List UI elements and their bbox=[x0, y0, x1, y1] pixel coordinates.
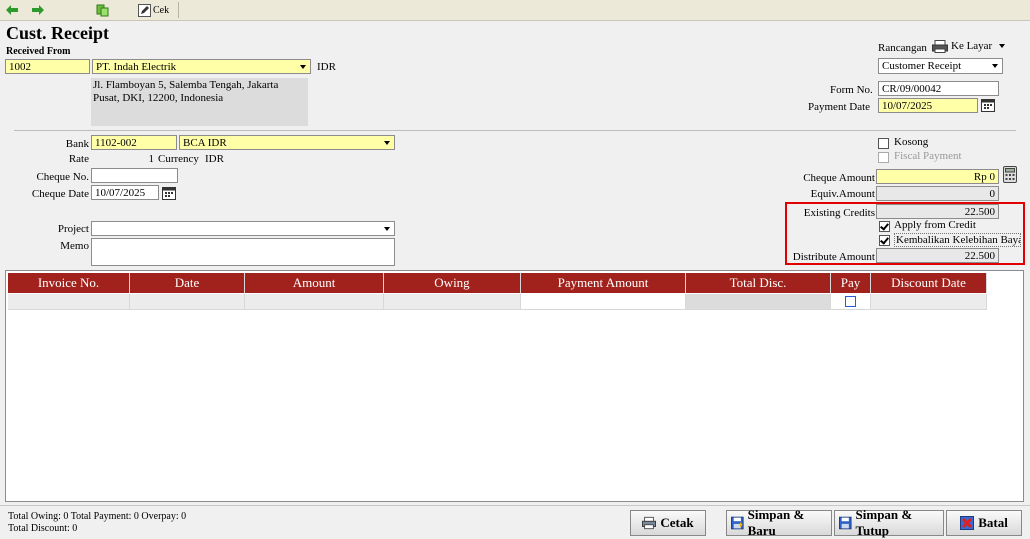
cetak-button[interactable]: Cetak bbox=[630, 510, 706, 536]
back-arrow-icon[interactable] bbox=[4, 2, 20, 18]
col-owing[interactable]: Owing bbox=[384, 273, 521, 293]
save-new-icon bbox=[731, 516, 744, 530]
save-close-icon bbox=[839, 516, 852, 530]
customer-name: PT. Indah Electrik bbox=[96, 61, 177, 73]
kembalikan-label: Kembalikan Kelebihan Baya bbox=[894, 233, 1021, 247]
printer-icon bbox=[642, 516, 657, 530]
rate-label: Rate bbox=[68, 153, 89, 165]
table-cell[interactable] bbox=[8, 294, 130, 310]
table-cell[interactable] bbox=[521, 294, 686, 310]
col-invoice-no[interactable]: Invoice No. bbox=[8, 273, 130, 293]
customer-address-box: Jl. Flamboyan 5, Salemba Tengah, Jakarta… bbox=[91, 78, 308, 126]
pay-checkbox[interactable] bbox=[845, 296, 856, 307]
customer-currency: IDR bbox=[317, 61, 336, 73]
divider bbox=[14, 130, 1016, 131]
cheque-date-label: Cheque Date bbox=[31, 188, 89, 200]
cek-button[interactable]: Cek bbox=[138, 2, 174, 18]
batal-button[interactable]: Batal bbox=[946, 510, 1022, 536]
kosong-label: Kosong bbox=[894, 136, 929, 148]
kosong-checkbox[interactable] bbox=[878, 138, 889, 149]
calendar-icon[interactable] bbox=[162, 186, 176, 200]
table-cell[interactable] bbox=[686, 294, 831, 310]
template-select[interactable]: Customer Receipt bbox=[878, 58, 1003, 74]
apply-from-credit-label: Apply from Credit bbox=[894, 219, 976, 231]
table-cell[interactable] bbox=[384, 294, 521, 310]
chevron-down-icon[interactable] bbox=[381, 137, 393, 148]
cheque-amount-label: Cheque Amount bbox=[803, 172, 875, 184]
chevron-down-icon[interactable] bbox=[297, 61, 309, 72]
memo-label: Memo bbox=[60, 240, 89, 252]
bank-select[interactable]: BCA IDR bbox=[179, 135, 395, 150]
batal-label: Batal bbox=[978, 515, 1008, 530]
equiv-amount-label: Equiv.Amount bbox=[810, 188, 875, 200]
page-title: Cust. Receipt bbox=[6, 23, 109, 43]
distribute-amount-label: Distribute Amount bbox=[792, 251, 875, 263]
col-payment-amount[interactable]: Payment Amount bbox=[521, 273, 686, 293]
simpan-baru-label: Simpan & Baru bbox=[747, 507, 805, 538]
cheque-amount-field[interactable]: Rp 0 bbox=[876, 169, 999, 184]
payment-date-field[interactable]: 10/07/2025 bbox=[878, 98, 978, 113]
received-from-label: Received From bbox=[6, 46, 71, 57]
address-line-1: Jl. Flamboyan 5, Salemba Tengah, Jakarta bbox=[93, 79, 279, 91]
simpan-baru-button[interactable]: Simpan & Baru bbox=[726, 507, 832, 538]
apply-from-credit-checkbox[interactable] bbox=[879, 221, 890, 232]
currency-value: IDR bbox=[205, 153, 224, 165]
form-no-field[interactable]: CR/09/00042 bbox=[878, 81, 999, 96]
simpan-tutup-button[interactable]: Simpan & Tutup bbox=[834, 507, 944, 538]
calendar-icon[interactable] bbox=[981, 98, 995, 112]
printer-icon bbox=[932, 39, 948, 53]
currency-label: Currency bbox=[158, 153, 199, 165]
toolbar: Cek bbox=[0, 0, 1030, 21]
ke-layar-label: Ke Layar bbox=[951, 40, 993, 52]
copy-icon[interactable] bbox=[94, 2, 110, 18]
chevron-down-icon bbox=[999, 44, 1006, 48]
bank-label: Bank bbox=[65, 138, 89, 150]
customer-select[interactable]: PT. Indah Electrik bbox=[92, 59, 311, 74]
memo-field[interactable] bbox=[91, 238, 395, 266]
template-value: Customer Receipt bbox=[882, 60, 962, 72]
chevron-down-icon[interactable] bbox=[381, 223, 393, 234]
table-cell[interactable] bbox=[245, 294, 384, 310]
cetak-label: Cetak bbox=[660, 515, 694, 530]
status-line-1: Total Owing: 0 Total Payment: 0 Overpay:… bbox=[8, 511, 187, 522]
bank-name: BCA IDR bbox=[183, 137, 227, 149]
existing-credits-label: Existing Credits bbox=[803, 207, 875, 219]
status-line-2: Total Discount: 0 bbox=[8, 523, 78, 534]
address-line-2: Pusat, DKI, 12200, Indonesia bbox=[93, 92, 224, 104]
fiscal-payment-label: Fiscal Payment bbox=[894, 150, 962, 162]
table-cell[interactable] bbox=[831, 294, 871, 310]
calculator-icon[interactable] bbox=[1003, 166, 1017, 183]
bank-code-field[interactable]: 1102-002 bbox=[91, 135, 177, 150]
project-select[interactable] bbox=[91, 221, 395, 236]
chevron-down-icon[interactable] bbox=[989, 60, 1001, 71]
simpan-tutup-label: Simpan & Tutup bbox=[855, 507, 913, 538]
customer-code-field[interactable]: 1002 bbox=[5, 59, 90, 74]
rancangan-label: Rancangan bbox=[878, 42, 927, 54]
table-cell[interactable] bbox=[130, 294, 245, 310]
invoice-table[interactable]: Invoice No. Date Amount Owing Payment Am… bbox=[5, 270, 1024, 502]
kembalikan-checkbox[interactable] bbox=[879, 235, 890, 246]
cancel-icon bbox=[960, 516, 975, 530]
col-date[interactable]: Date bbox=[130, 273, 245, 293]
forward-arrow-icon[interactable] bbox=[30, 2, 46, 18]
col-total-disc[interactable]: Total Disc. bbox=[686, 273, 831, 293]
cek-label: Cek bbox=[153, 4, 170, 16]
distribute-amount-field: 22.500 bbox=[876, 248, 999, 263]
form-no-label: Form No. bbox=[830, 84, 873, 96]
col-discount-date[interactable]: Discount Date bbox=[871, 273, 987, 293]
equiv-amount-field: 0 bbox=[876, 186, 999, 201]
table-cell[interactable] bbox=[871, 294, 987, 310]
fiscal-payment-checkbox[interactable] bbox=[878, 152, 889, 163]
existing-credits-field: 22.500 bbox=[876, 204, 999, 219]
cheque-date-field[interactable]: 10/07/2025 bbox=[91, 185, 159, 200]
cheque-no-field[interactable] bbox=[91, 168, 178, 183]
col-amount[interactable]: Amount bbox=[245, 273, 384, 293]
cheque-no-label: Cheque No. bbox=[36, 171, 89, 183]
edit-icon bbox=[138, 3, 151, 17]
ke-layar-button[interactable]: Ke Layar bbox=[932, 38, 1024, 54]
payment-date-label: Payment Date bbox=[808, 101, 871, 113]
col-pay[interactable]: Pay bbox=[831, 273, 871, 293]
project-label: Project bbox=[57, 223, 89, 235]
rate-value[interactable]: 1 bbox=[91, 153, 155, 165]
